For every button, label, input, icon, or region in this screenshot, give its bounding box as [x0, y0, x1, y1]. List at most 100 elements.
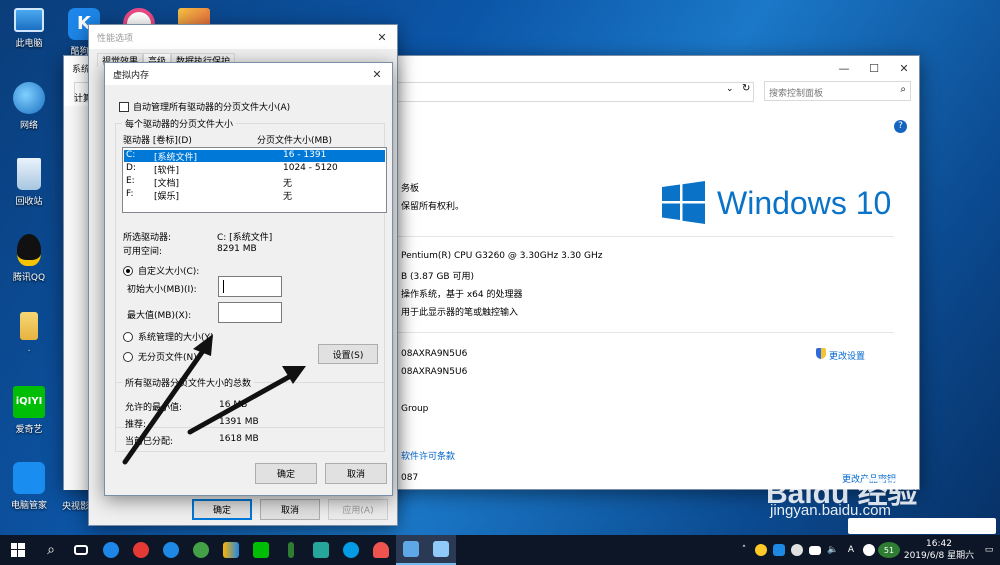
radio-dot[interactable] — [123, 331, 133, 342]
drive-row-e[interactable]: E: [文档] 无 — [124, 176, 385, 189]
computer-name-value: 08AXRA9N5U6 — [401, 349, 468, 359]
qq-taskbar-icon[interactable] — [126, 535, 156, 565]
desktop-icon-label: 此电脑 — [15, 39, 43, 49]
close-button[interactable]: ✕ — [889, 56, 919, 80]
chevron-up-icon[interactable]: ˄ — [736, 535, 752, 565]
desktop-icon-label: 央视影 — [62, 502, 90, 512]
shield-icon — [13, 462, 45, 494]
free-space-label: 可用空间: — [123, 247, 163, 257]
min-allowed-value: 16 MB — [219, 400, 248, 410]
radio-dot[interactable] — [123, 265, 133, 276]
control-panel-taskbar-icon[interactable] — [396, 535, 426, 565]
tray-badge[interactable]: 51 — [878, 542, 900, 558]
tray-app-icon[interactable] — [788, 535, 806, 565]
allocated-label: 当前已分配: — [125, 437, 174, 447]
auto-manage-checkbox[interactable]: 自动管理所有驱动器的分页文件大小(A) — [119, 100, 290, 113]
custom-size-label: 自定义大小(C): — [138, 267, 200, 277]
start-button[interactable] — [0, 535, 36, 565]
ram-value: B (3.87 GB 可用) — [401, 272, 474, 282]
refresh-icon[interactable]: ↻ — [742, 83, 750, 94]
perf-ok-button[interactable]: 确定 — [192, 499, 252, 520]
pen-touch-value: 用于此显示器的笔或触控输入 — [401, 308, 519, 318]
chevron-down-icon[interactable]: ⌄ — [726, 84, 734, 94]
windows-edition-text: 务板 — [401, 184, 420, 194]
column-size-header: 分页文件大小(MB) — [257, 136, 332, 146]
close-button[interactable]: ✕ — [362, 63, 392, 85]
notifications-icon[interactable]: ▭ — [978, 535, 1000, 565]
tray-app-icon[interactable] — [752, 535, 770, 565]
iqiyi-taskbar-icon[interactable] — [246, 535, 276, 565]
drive-label: [娱乐] — [154, 192, 180, 202]
system-managed-radio[interactable]: 系统管理的大小(Y) — [123, 330, 214, 343]
video-taskbar-icon[interactable] — [216, 535, 246, 565]
task-view-icon[interactable] — [66, 535, 96, 565]
sogou-taskbar-icon[interactable] — [156, 535, 186, 565]
max-size-input[interactable] — [218, 302, 282, 323]
change-settings-link[interactable]: 更改设置 — [829, 349, 865, 362]
no-paging-file-radio[interactable]: 无分页文件(N) — [123, 350, 197, 363]
per-drive-group-title: 每个驱动器的分页文件大小 — [122, 117, 237, 130]
clock-time: 16:42 — [926, 539, 952, 549]
desktop-icon-this-pc[interactable]: 此电脑 — [0, 8, 58, 49]
license-link[interactable]: 软件许可条款 — [401, 449, 455, 462]
auto-manage-label: 自动管理所有驱动器的分页文件大小(A) — [133, 103, 291, 113]
plant-taskbar-icon[interactable] — [276, 535, 306, 565]
drive-label: [文档] — [154, 179, 180, 189]
desktop-icon-network[interactable]: 网络 — [0, 82, 58, 131]
minimize-button[interactable]: — — [829, 56, 859, 80]
windows-start-icon — [11, 543, 25, 557]
radio-dot[interactable] — [123, 351, 133, 362]
allocated-value: 1618 MB — [219, 434, 259, 444]
system-type-value: 操作系统，基于 x64 的处理器 — [401, 290, 523, 300]
drive-list[interactable]: C: [系统文件] 16 - 1391 D: [软件] 1024 - 5120 … — [122, 147, 387, 213]
drive-row-d[interactable]: D: [软件] 1024 - 5120 — [124, 163, 385, 176]
recommended-value: 1391 MB — [219, 417, 259, 427]
drive-size: 无 — [283, 192, 293, 202]
ime-indicator[interactable]: A — [842, 535, 860, 565]
kugou-taskbar-icon[interactable] — [96, 535, 126, 565]
min-allowed-label: 允许的最小值: — [125, 403, 183, 413]
360-taskbar-icon[interactable] — [186, 535, 216, 565]
help-icon[interactable]: ? — [894, 120, 907, 133]
admin-shield-icon — [816, 348, 826, 359]
search-icon[interactable]: ⌕ — [36, 535, 66, 565]
desktop-icon-pc-manager[interactable]: 电脑管家 — [0, 462, 58, 511]
drive-row-f[interactable]: F: [娱乐] 无 — [124, 189, 385, 202]
close-button[interactable]: ✕ — [367, 25, 397, 49]
virtual-memory-dialog: 虚拟内存 ✕ 自动管理所有驱动器的分页文件大小(A) 每个驱动器的分页文件大小 … — [104, 62, 393, 496]
folder-icon — [20, 312, 38, 340]
vm-ok-button[interactable]: 确定 — [255, 463, 317, 484]
iqiyi-icon: iQIYI — [13, 386, 45, 418]
mushroom-taskbar-icon[interactable] — [366, 535, 396, 565]
total-group-title: 所有驱动器分页文件大小的总数 — [122, 376, 255, 389]
watermark-url: jingyan.baidu.com — [770, 502, 891, 519]
maximize-button[interactable]: ☐ — [859, 56, 889, 80]
checkbox-box[interactable] — [119, 101, 129, 112]
set-button[interactable]: 设置(S) — [318, 344, 378, 364]
desktop-icon-recycle-bin[interactable]: 回收站 — [0, 158, 58, 207]
system-taskbar-icon[interactable] — [426, 535, 456, 565]
desktop-icon-folder[interactable]: . — [0, 312, 58, 354]
ime-toolbar[interactable] — [848, 518, 996, 534]
clock[interactable]: 16:42 2019/6/8 星期六 — [900, 538, 978, 562]
tray-shield-icon[interactable] — [770, 535, 788, 565]
tray-app-icon[interactable] — [860, 535, 878, 565]
drive-row-c[interactable]: C: [系统文件] 16 - 1391 — [124, 150, 385, 163]
divider — [374, 332, 894, 333]
drive-label: [系统文件] — [154, 153, 198, 163]
custom-size-radio[interactable]: 自定义大小(C): — [123, 264, 199, 277]
perf-apply-button[interactable]: 应用(A) — [328, 499, 388, 520]
chat-taskbar-icon[interactable] — [336, 535, 366, 565]
full-computer-name-value: 08AXRA9N5U6 — [401, 367, 468, 377]
vm-cancel-button[interactable]: 取消 — [325, 463, 387, 484]
initial-size-input[interactable] — [218, 276, 282, 297]
search-input[interactable]: 搜索控制面板 ⌕ — [764, 81, 911, 101]
desktop-icon-iqiyi[interactable]: iQIYI 爱奇艺 — [0, 386, 58, 435]
perf-cancel-button[interactable]: 取消 — [260, 499, 320, 520]
desktop-icon-qq[interactable]: 腾讯QQ — [0, 234, 58, 283]
drive-size: 1024 - 5120 — [283, 163, 338, 173]
volume-icon[interactable]: 🔈 — [824, 535, 842, 565]
network-tray-icon[interactable] — [806, 535, 824, 565]
desktop-icon-label: 电脑管家 — [10, 501, 47, 511]
play-taskbar-icon[interactable] — [306, 535, 336, 565]
